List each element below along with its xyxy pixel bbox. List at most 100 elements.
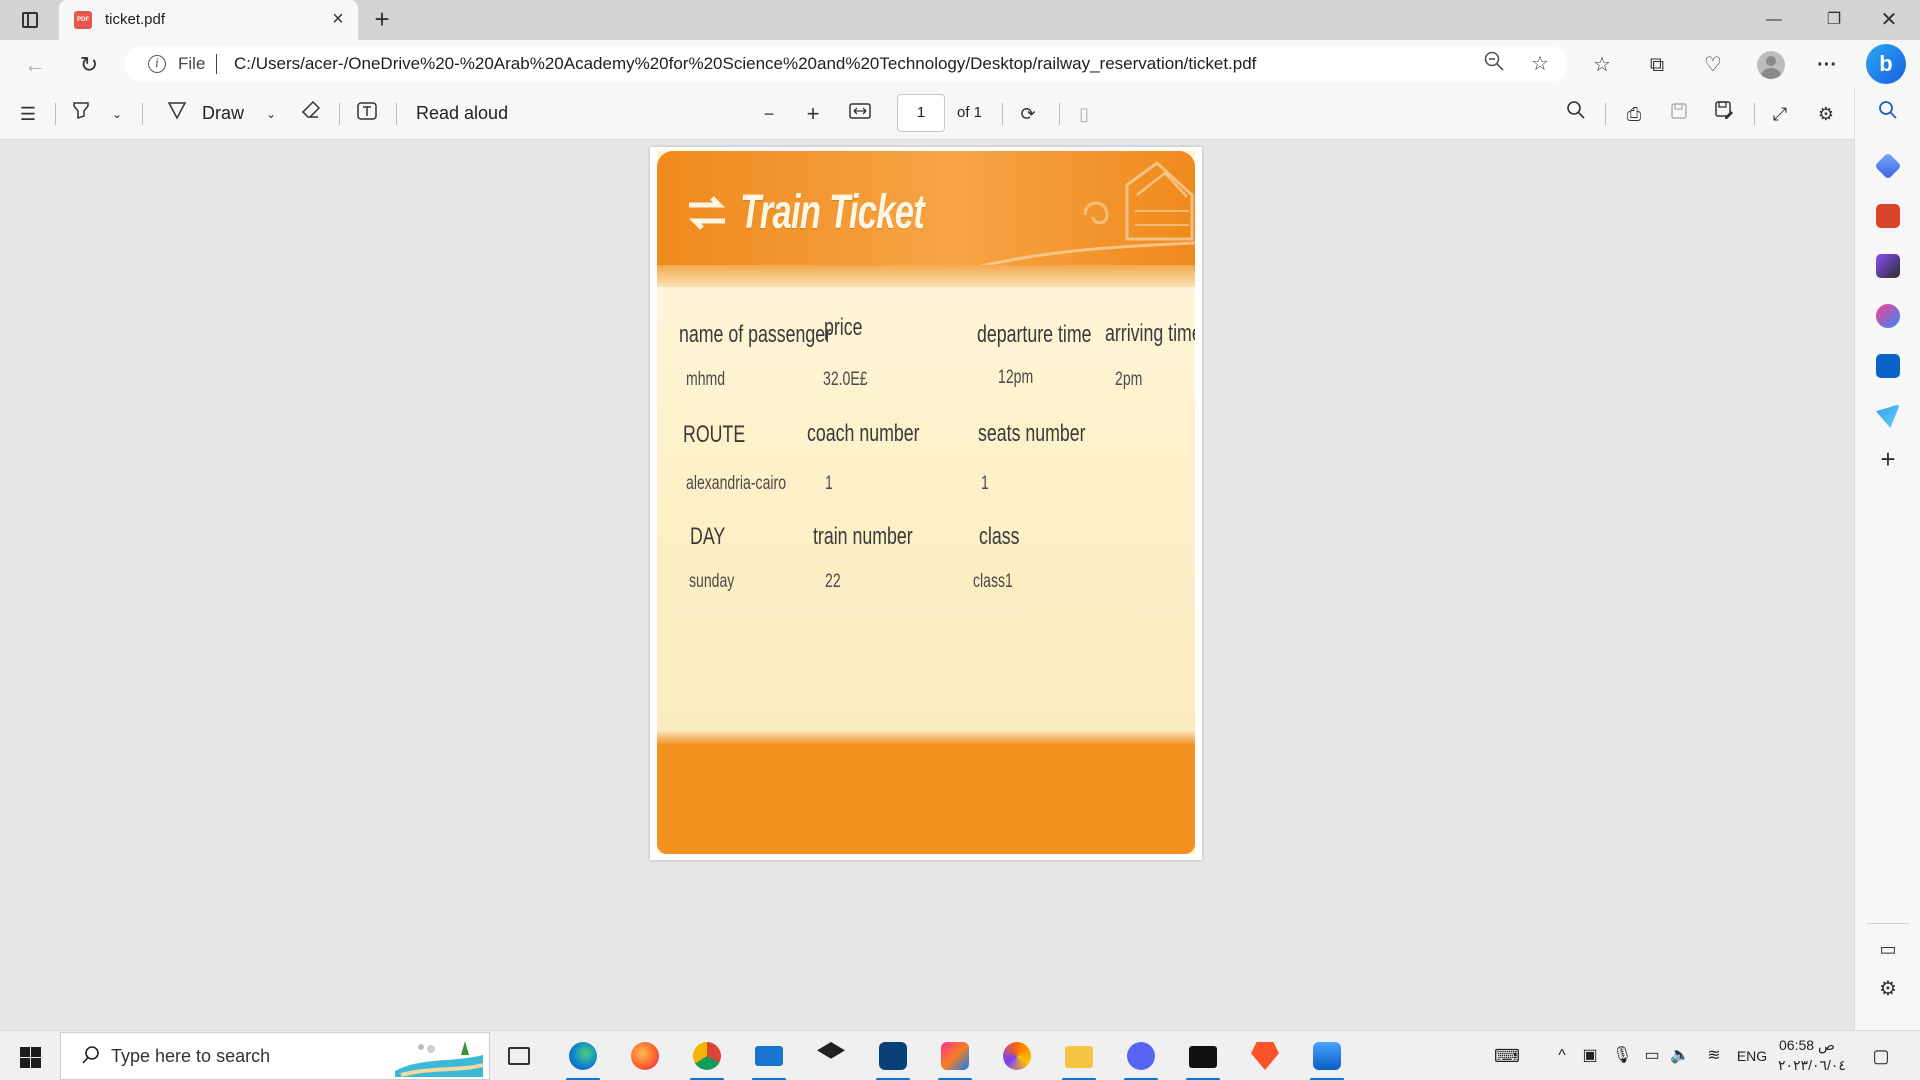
value-coach-number: 1 bbox=[825, 473, 833, 494]
firefox-app-icon[interactable] bbox=[624, 1035, 666, 1077]
microphone-icon[interactable]: 🎙 bbox=[1612, 1045, 1632, 1067]
pdf-toolbar: ☰ ⌄ Draw ⌄ Read aloud − + 1 of 1 ⟳ ▯ ⎙ ⤢… bbox=[0, 88, 1854, 140]
language-indicator[interactable]: ENG bbox=[1734, 1045, 1770, 1067]
task-view-icon[interactable] bbox=[498, 1035, 540, 1077]
save-icon[interactable] bbox=[1665, 100, 1693, 128]
file-explorer-app-icon[interactable] bbox=[1058, 1035, 1100, 1080]
swap-arrows-icon bbox=[688, 196, 726, 230]
rotate-icon[interactable]: ⟳ bbox=[1014, 100, 1042, 128]
sidebar-layout-icon[interactable]: ▭ bbox=[1872, 933, 1904, 965]
page-number-input[interactable]: 1 bbox=[897, 94, 945, 132]
brave-app-icon[interactable] bbox=[1244, 1035, 1286, 1077]
refresh-button[interactable]: ↻ bbox=[72, 48, 106, 82]
ticket-body: name of passenger price departure time a… bbox=[657, 287, 1195, 737]
outlook-icon[interactable] bbox=[1876, 354, 1900, 378]
notifications-icon[interactable]: ▢ bbox=[1868, 1045, 1894, 1067]
pdf-viewer: Train Ticket name of passenger price dep… bbox=[0, 141, 1854, 1030]
sidebar-settings-icon[interactable]: ⚙ bbox=[1872, 973, 1904, 1005]
draw-label[interactable]: Draw bbox=[202, 103, 244, 124]
print-icon[interactable]: ⎙ bbox=[1620, 100, 1648, 128]
browser-essentials-icon[interactable]: ♡ bbox=[1698, 50, 1728, 80]
scheme-label: File bbox=[178, 54, 206, 73]
wifi-icon[interactable]: ≋ bbox=[1702, 1045, 1726, 1067]
value-arriving-time: 2pm bbox=[1115, 369, 1143, 390]
address-bar[interactable]: i File C:/Users/acer-/OneDrive%20-%20Ara… bbox=[124, 46, 1568, 82]
fullscreen-icon[interactable]: ⤢ bbox=[1766, 100, 1794, 128]
shopping-tag-icon[interactable] bbox=[1874, 152, 1902, 180]
games-icon[interactable] bbox=[1876, 254, 1900, 278]
add-icon[interactable]: + bbox=[1872, 443, 1904, 475]
text-box-icon[interactable] bbox=[353, 100, 381, 128]
windows-taskbar: Type here to search ⌨ ^ ▣ 🎙 ▭ 🔈 ≋ ENG 06… bbox=[0, 1030, 1920, 1080]
zoom-in-icon[interactable]: + bbox=[799, 100, 827, 128]
save-as-icon[interactable] bbox=[1710, 100, 1738, 128]
battery-icon[interactable]: ▭ bbox=[1640, 1045, 1664, 1067]
close-window-button[interactable]: ✕ bbox=[1861, 0, 1917, 40]
label-class: class bbox=[979, 523, 1020, 550]
divider bbox=[216, 54, 217, 74]
back-button[interactable]: ← bbox=[18, 48, 52, 82]
label-day: DAY bbox=[690, 523, 726, 550]
photos-app-icon[interactable] bbox=[1306, 1035, 1348, 1080]
label-train-number: train number bbox=[813, 523, 913, 550]
collections-icon[interactable]: ⧉ bbox=[1642, 50, 1672, 80]
eraser-icon[interactable] bbox=[297, 100, 325, 128]
divider bbox=[1867, 923, 1909, 924]
intellij-app-icon[interactable] bbox=[934, 1035, 976, 1080]
more-options-icon[interactable]: ··· bbox=[1812, 50, 1842, 80]
favorites-icon[interactable]: ☆ bbox=[1587, 50, 1617, 80]
edge-sidebar: + ▭ ⚙ bbox=[1854, 88, 1920, 1030]
chevron-down-icon[interactable]: ⌄ bbox=[103, 100, 131, 128]
label-seats-number: seats number bbox=[978, 420, 1086, 447]
drop-icon[interactable] bbox=[1876, 404, 1900, 428]
taskbar-search-box[interactable]: Type here to search bbox=[60, 1032, 490, 1080]
url-text[interactable]: C:/Users/acer-/OneDrive%20-%20Arab%20Aca… bbox=[234, 54, 1256, 74]
search-icon[interactable] bbox=[1872, 97, 1904, 129]
divider bbox=[396, 103, 397, 125]
keyboard-layout-icon[interactable]: ⌨ bbox=[1490, 1045, 1524, 1067]
clock-time[interactable]: 06:58 ص bbox=[1779, 1037, 1835, 1054]
camera-icon[interactable]: ▣ bbox=[1580, 1045, 1600, 1067]
chevron-down-icon[interactable]: ⌄ bbox=[257, 100, 285, 128]
page-view-icon[interactable]: ▯ bbox=[1070, 100, 1098, 128]
zoom-out-icon[interactable]: − bbox=[755, 100, 783, 128]
profile-avatar[interactable] bbox=[1757, 51, 1785, 79]
zoom-icon[interactable] bbox=[1480, 50, 1508, 78]
highlight-icon[interactable] bbox=[67, 100, 95, 128]
clock-date[interactable]: ٢٠٢٣/٠٦/٠٤ bbox=[1778, 1057, 1846, 1074]
vpn-app-icon[interactable] bbox=[996, 1035, 1038, 1077]
windows-start-icon[interactable] bbox=[10, 1039, 50, 1073]
dropbox-app-icon[interactable] bbox=[810, 1035, 852, 1077]
draw-icon[interactable] bbox=[163, 100, 191, 128]
search-icon bbox=[79, 1045, 103, 1069]
terminal-app-icon[interactable] bbox=[1182, 1035, 1224, 1080]
train-illustration bbox=[977, 161, 1195, 269]
tab-ticket-pdf[interactable]: PDF ticket.pdf × bbox=[59, 0, 358, 40]
fit-to-width-icon[interactable] bbox=[846, 100, 874, 128]
mail-app-icon[interactable] bbox=[748, 1035, 790, 1080]
info-icon[interactable]: i bbox=[148, 55, 166, 73]
tools-icon[interactable] bbox=[1876, 204, 1900, 228]
settings-gear-icon[interactable]: ⚙ bbox=[1812, 100, 1840, 128]
vs-code-app-icon[interactable] bbox=[872, 1035, 914, 1080]
read-aloud-button[interactable]: Read aloud bbox=[416, 103, 508, 124]
label-departure-time: departure time bbox=[977, 321, 1092, 348]
table-of-contents-icon[interactable]: ☰ bbox=[14, 100, 42, 128]
edge-app-icon[interactable] bbox=[562, 1035, 604, 1080]
chrome-app-icon[interactable] bbox=[686, 1035, 728, 1080]
volume-icon[interactable]: 🔈 bbox=[1670, 1045, 1690, 1067]
search-icon[interactable] bbox=[1562, 100, 1590, 128]
chevron-up-icon[interactable]: ^ bbox=[1552, 1045, 1572, 1067]
restore-button[interactable]: ❐ bbox=[1806, 0, 1862, 40]
pdf-page: Train Ticket name of passenger price dep… bbox=[650, 147, 1202, 860]
bing-chat-button[interactable]: b bbox=[1866, 44, 1906, 84]
value-route: alexandria-cairo bbox=[686, 473, 787, 494]
new-tab-button[interactable]: + bbox=[368, 6, 396, 34]
discord-app-icon[interactable] bbox=[1120, 1035, 1162, 1080]
microsoft-365-icon[interactable] bbox=[1876, 304, 1900, 328]
minimize-button[interactable]: — bbox=[1746, 0, 1802, 40]
add-favorite-icon[interactable]: ☆ bbox=[1526, 50, 1554, 78]
tab-actions-button[interactable] bbox=[14, 8, 46, 32]
divider bbox=[1605, 103, 1606, 125]
close-tab-icon[interactable]: × bbox=[326, 8, 350, 32]
